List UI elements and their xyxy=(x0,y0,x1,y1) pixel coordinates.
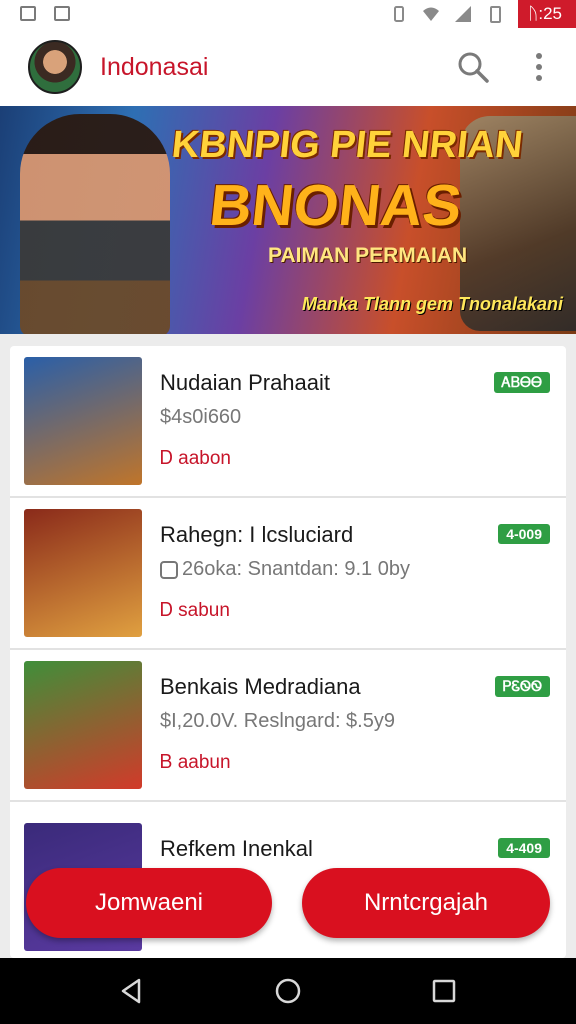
signal-icon xyxy=(455,6,472,22)
price-badge: 4-409 xyxy=(498,838,550,858)
game-meta: Ꭰ aabon xyxy=(160,448,231,469)
app-bar: Indonasai xyxy=(0,28,576,106)
clock: ᚢ:25 xyxy=(518,0,576,28)
back-icon[interactable] xyxy=(117,976,147,1006)
avatar[interactable] xyxy=(28,40,82,94)
left-action-button[interactable]: Jomwaeni xyxy=(26,868,272,938)
home-icon[interactable] xyxy=(273,976,303,1006)
game-thumbnail xyxy=(24,509,142,637)
game-subtitle-row: 26oka: Snantdan: 9.1 0by xyxy=(160,558,410,581)
search-icon[interactable] xyxy=(456,50,490,84)
app-title: Indonasai xyxy=(100,53,209,81)
game-subtitle: 26oka: Snantdan: 9.1 0by xyxy=(182,558,410,580)
price-badge: ᎪᏴᎾᎾ xyxy=(493,372,550,393)
image-notification-icon xyxy=(20,6,36,21)
price-badge: 4-009 xyxy=(498,524,550,544)
system-nav-bar xyxy=(0,958,576,1024)
banner-headline: KBNPIG PIE NRIAN xyxy=(169,124,525,166)
recents-icon[interactable] xyxy=(429,976,459,1006)
game-meta: Ꭰ sabun xyxy=(160,600,230,621)
more-options-icon[interactable] xyxy=(526,48,552,86)
list-item[interactable]: Rahegn: I lcsluciard 26oka: Snantdan: 9.… xyxy=(10,498,566,650)
system-icons: ᚢ:25 xyxy=(390,0,576,28)
status-bar: ᚢ:25 xyxy=(0,0,576,28)
banner-subtitle: PAIMAN PERMAIAN xyxy=(268,244,468,267)
game-thumbnail xyxy=(24,357,142,485)
game-title: Refkem Inenkal xyxy=(160,836,313,861)
promo-banner[interactable]: KBNPIG PIE NRIAN BNONAS PAIMAN PERMAIAN … xyxy=(0,106,576,334)
price-badge: ᏢᏋᏫᏫ xyxy=(494,676,550,697)
battery-icon xyxy=(490,6,502,23)
game-title: Benkais Medradiana xyxy=(160,674,361,699)
notification-icons xyxy=(20,6,70,21)
game-subtitle: $I,20.0V. Reslngard: $.5y9 xyxy=(160,710,395,732)
hero-artwork xyxy=(20,114,170,334)
game-list: Nudaian Prahaait $4s0i660 Ꭰ aabon ᎪᏴᎾᎾ R… xyxy=(10,346,566,958)
banner-tagline: Manka Tlann gem Tnonalakani xyxy=(302,294,564,314)
message-notification-icon xyxy=(54,6,70,21)
game-title: Nudaian Prahaait xyxy=(160,370,331,395)
game-subtitle: $4s0i660 xyxy=(160,406,242,428)
banner-big-title: BNONAS xyxy=(206,173,465,238)
right-action-button[interactable]: Nrntcrgajah xyxy=(302,868,550,938)
wifi-icon xyxy=(423,7,440,21)
game-title: Rahegn: I lcsluciard xyxy=(160,522,354,547)
vibrate-icon xyxy=(394,6,405,22)
game-meta: Ᏼ aabun xyxy=(160,752,231,773)
game-thumbnail xyxy=(24,661,142,789)
list-item[interactable]: Benkais Medradiana $I,20.0V. Reslngard: … xyxy=(10,650,566,802)
download-icon xyxy=(160,560,178,579)
list-item[interactable]: Nudaian Prahaait $4s0i660 Ꭰ aabon ᎪᏴᎾᎾ xyxy=(10,346,566,498)
